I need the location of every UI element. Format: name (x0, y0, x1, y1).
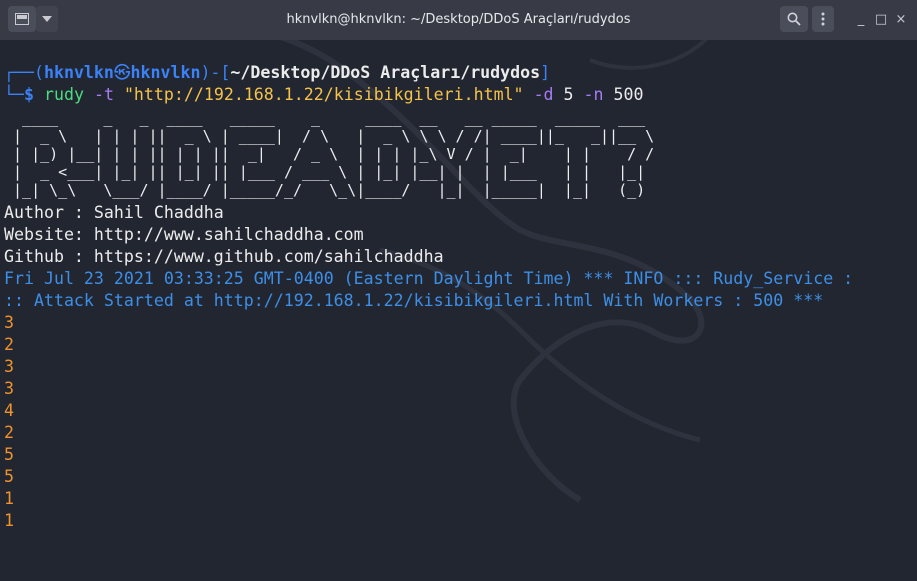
banner-line: | |_) |__| | | || | | || _| / _ \ | | | … (4, 145, 664, 163)
prompt-host: hknvlkn (130, 63, 201, 82)
prompt-corner: └─ (4, 85, 24, 104)
flag-n: -n (583, 85, 604, 104)
flag-d-value: 5 (563, 85, 574, 104)
close-button[interactable]: × (892, 0, 910, 40)
prompt-dollar: $ (23, 85, 34, 104)
flag-d: -d (533, 85, 554, 104)
prompt-open: ┌──( (4, 63, 44, 82)
prompt-at-symbol: ㉿ (113, 63, 131, 82)
flag-t: -t (93, 85, 114, 104)
banner-line: |_| \_\ \___/ |____/ |_____/_/ \_\|____/… (4, 181, 664, 199)
maximize-button[interactable]: □ (872, 0, 890, 40)
prompt-user: hknvlkn (43, 63, 114, 82)
website-line: Website: http://www.sahilchaddha.com (4, 225, 364, 244)
log-line: :: Attack Started at http://192.168.1.22… (4, 291, 824, 310)
count-line: 3 (4, 313, 14, 332)
options-menu-button[interactable] (812, 6, 834, 32)
count-line: 2 (4, 423, 14, 442)
count-line: 3 (4, 379, 14, 398)
search-button[interactable] (780, 6, 808, 32)
vertical-dots-icon (821, 12, 825, 26)
title-bar: hknvlkn@hknvlkn: ~/Desktop/DDoS Araçları… (0, 0, 917, 40)
count-line: 4 (4, 401, 14, 420)
command-name: rudy (43, 85, 84, 104)
minimize-button[interactable]: _ (852, 0, 870, 40)
author-line: Author : Sahil Chaddha (4, 203, 224, 222)
prompt-line-2: └─$ rudy -t "http://192.168.1.22/kisibik… (4, 84, 917, 106)
count-line: 2 (4, 335, 14, 354)
ascii-banner: ____ _ _ ____ _____ _ ____ __ __ _____ _… (4, 109, 917, 199)
count-line: 1 (4, 511, 14, 530)
github-line: Github : https://www.github.com/sahilcha… (4, 247, 444, 266)
terminal-window: hknvlkn@hknvlkn: ~/Desktop/DDoS Araçları… (0, 0, 917, 581)
count-line: 5 (4, 467, 14, 486)
count-line: 3 (4, 357, 14, 376)
banner-line: ____ _ _ ____ _____ _ ____ __ __ _____ _… (4, 109, 664, 127)
count-line: 5 (4, 445, 14, 464)
prompt-close-bracket: )-[ (200, 63, 231, 82)
terminal-output[interactable]: ┌──(hknvlkn㉿hknvlkn)-[~/Desktop/DDoS Ara… (0, 40, 917, 581)
prompt-path: ~/Desktop/DDoS Araçları/rudydos (230, 63, 541, 82)
count-line: 1 (4, 489, 14, 508)
search-icon (787, 12, 801, 26)
banner-line: | _ \ | | | || _ \ | ____| / \ | _ \ \ \… (4, 127, 664, 145)
flag-n-value: 500 (613, 85, 644, 104)
banner-line: | _ <___| |_| || |_| || |___ / ___ \ | |… (4, 163, 664, 181)
prompt-line-1: ┌──(hknvlkn㉿hknvlkn)-[~/Desktop/DDoS Ara… (4, 62, 917, 84)
prompt-end-bracket: ] (540, 63, 551, 82)
command-url: "http://192.168.1.22/kisibikgileri.html" (123, 85, 524, 104)
log-line: Fri Jul 23 2021 03:33:25 GMT-0400 (Easte… (4, 269, 854, 288)
